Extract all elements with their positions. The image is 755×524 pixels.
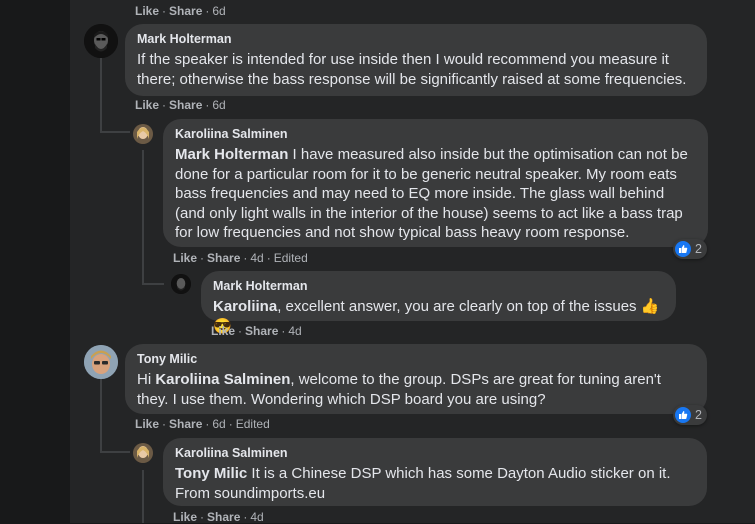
like-button[interactable]: Like — [211, 324, 235, 338]
thread-connector — [142, 283, 164, 285]
comment-actions: Like · Share · 4d · Edited — [173, 251, 308, 265]
avatar[interactable] — [171, 274, 191, 294]
mention-link[interactable]: Karoliina — [213, 298, 277, 315]
share-button[interactable]: Share — [169, 417, 202, 431]
avatar-portrait-icon — [133, 443, 153, 463]
comment-author[interactable]: Karoliina Salminen — [175, 127, 696, 142]
comment-actions: Like · Share · 6d — [135, 98, 226, 112]
reaction-count: 2 — [695, 408, 702, 422]
avatar-portrait-icon — [171, 274, 191, 294]
share-button[interactable]: Share — [169, 4, 202, 18]
comment-bubble: Karoliina Salminen Tony Milic It is a Ch… — [163, 438, 707, 506]
comment-text: Hi Karoliina Salminen, welcome to the gr… — [137, 370, 695, 409]
page-margin — [0, 0, 70, 523]
thread-connector — [100, 451, 130, 453]
comment-author[interactable]: Karoliina Salminen — [175, 446, 695, 461]
thumbs-up-icon — [675, 241, 691, 257]
timestamp[interactable]: 6d — [212, 417, 225, 431]
like-button[interactable]: Like — [173, 510, 197, 524]
comment-bubble: Mark Holterman Karoliina, excellent answ… — [201, 271, 676, 335]
thumbs-up-icon — [675, 407, 691, 423]
thread-connector — [100, 58, 102, 133]
like-button[interactable]: Like — [135, 98, 159, 112]
thread-connector — [100, 131, 130, 133]
comment-body-prefix: Hi — [137, 371, 156, 388]
reaction-badge[interactable]: 2 — [673, 239, 707, 259]
avatar-portrait-icon — [84, 345, 118, 379]
comment-text: Mark Holterman I have measured also insi… — [175, 145, 696, 243]
share-button[interactable]: Share — [169, 98, 202, 112]
comment-author[interactable]: Tony Milic — [137, 352, 695, 367]
comment-bubble: Mark Holterman If the speaker is intende… — [125, 24, 707, 96]
mention-link[interactable]: Mark Holterman — [175, 146, 288, 163]
comment-author[interactable]: Mark Holterman — [137, 32, 695, 47]
thread-connector — [100, 378, 102, 453]
comment-actions: Like · Share · 4d — [173, 510, 264, 524]
comment-body: , excellent answer, you are clearly on t… — [277, 298, 637, 315]
comment-actions-top: Like · Share · 6d — [135, 4, 226, 18]
comment-bubble: Karoliina Salminen Mark Holterman I have… — [163, 119, 708, 247]
mention-link[interactable]: Tony Milic — [175, 465, 247, 482]
thread-connector — [142, 470, 144, 523]
thread-connector — [142, 150, 144, 285]
comment-text: Tony Milic It is a Chinese DSP which has… — [175, 464, 695, 503]
timestamp[interactable]: 6d — [212, 4, 225, 18]
edited-label[interactable]: Edited — [236, 417, 270, 431]
edited-label[interactable]: Edited — [274, 251, 308, 265]
share-button[interactable]: Share — [207, 251, 240, 265]
share-button[interactable]: Share — [245, 324, 278, 338]
share-button[interactable]: Share — [207, 510, 240, 524]
comment-body: It is a Chinese DSP which has some Dayto… — [175, 465, 671, 502]
comment-actions: Like · Share · 6d · Edited — [135, 417, 270, 431]
avatar-portrait-icon — [133, 124, 153, 144]
comment-text: If the speaker is intended for use insid… — [137, 51, 687, 88]
avatar[interactable] — [84, 345, 118, 379]
like-button[interactable]: Like — [135, 4, 159, 18]
avatar[interactable] — [133, 443, 153, 463]
comment-author[interactable]: Mark Holterman — [213, 279, 664, 294]
like-button[interactable]: Like — [173, 251, 197, 265]
like-button[interactable]: Like — [135, 417, 159, 431]
timestamp[interactable]: 4d — [288, 324, 301, 338]
avatar-portrait-icon — [84, 24, 118, 58]
comment-actions: Like · Share · 4d — [211, 324, 302, 338]
avatar[interactable] — [133, 124, 153, 144]
comment-bubble: Tony Milic Hi Karoliina Salminen, welcom… — [125, 344, 707, 414]
thumbs-up-emoji-icon: 👍 — [640, 298, 660, 315]
reaction-count: 2 — [695, 242, 702, 256]
mention-link[interactable]: Karoliina Salminen — [155, 371, 290, 388]
reaction-badge[interactable]: 2 — [673, 405, 707, 425]
avatar[interactable] — [84, 24, 118, 58]
timestamp[interactable]: 4d — [250, 510, 263, 524]
timestamp[interactable]: 4d — [250, 251, 263, 265]
timestamp[interactable]: 6d — [212, 98, 225, 112]
